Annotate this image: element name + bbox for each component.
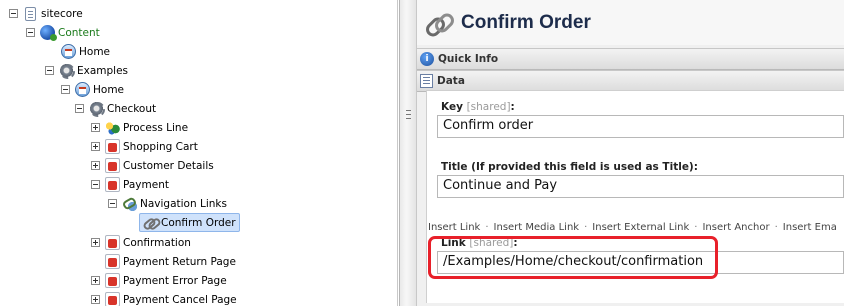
gear-folder-icon bbox=[89, 101, 105, 117]
pane-splitter[interactable] bbox=[399, 0, 417, 306]
data-section-icon bbox=[420, 74, 433, 88]
page-icon bbox=[105, 273, 120, 288]
key-field-input[interactable]: Confirm order bbox=[437, 115, 844, 138]
process-icon bbox=[105, 120, 120, 135]
shared-marker: [shared] bbox=[466, 101, 511, 113]
tree-item-payment[interactable]: Payment bbox=[91, 175, 169, 194]
collapse-icon[interactable] bbox=[91, 180, 100, 189]
tree-item-label: Payment Return Page bbox=[123, 255, 236, 268]
tree-item-label: Customer Details bbox=[123, 159, 214, 172]
label-colon: : bbox=[510, 101, 515, 113]
tree-item-payment-error-page[interactable]: Payment Error Page bbox=[91, 271, 227, 290]
splitter-grip-icon[interactable] bbox=[406, 110, 411, 119]
expand-icon[interactable] bbox=[91, 276, 100, 285]
section-data[interactable]: Data bbox=[417, 70, 844, 92]
insert-media-link-button[interactable]: Insert Media Link bbox=[494, 222, 580, 233]
tree-item-label: Confirmation bbox=[123, 236, 191, 249]
title-field-input[interactable]: Continue and Pay bbox=[437, 175, 844, 198]
page-icon bbox=[105, 254, 120, 269]
tree-item-label: Payment Cancel Page bbox=[123, 293, 237, 306]
title-field-label: Title (If provided this field is used as… bbox=[441, 161, 698, 173]
link-item-icon bbox=[423, 8, 453, 38]
toolbar-separator: · bbox=[774, 222, 778, 233]
tree-item-process-line[interactable]: Process Line bbox=[91, 118, 188, 137]
collapse-icon[interactable] bbox=[75, 104, 84, 113]
home-icon bbox=[61, 44, 76, 59]
tree-item-label: Process Line bbox=[123, 121, 189, 134]
link-field-toolbar: Insert Link · Insert Media Link · Insert… bbox=[428, 222, 837, 233]
insert-email-button[interactable]: Insert Ema bbox=[783, 222, 837, 233]
tree-item-label: Content bbox=[58, 26, 100, 39]
collapse-icon[interactable] bbox=[26, 28, 35, 37]
tree-item-label: Shopping Cart bbox=[123, 140, 198, 153]
key-label-text: Key bbox=[441, 101, 463, 113]
expand-icon[interactable] bbox=[91, 142, 100, 151]
toolbar-separator: · bbox=[584, 222, 588, 233]
section-quick-info[interactable]: i Quick Info bbox=[417, 48, 844, 70]
toolbar-separator: · bbox=[485, 222, 489, 233]
toolbar-separator: · bbox=[694, 222, 698, 233]
tree-item-payment-cancel-page[interactable]: Payment Cancel Page bbox=[91, 290, 237, 306]
tree-item-label: Examples bbox=[77, 64, 129, 77]
page-icon bbox=[105, 139, 120, 154]
expand-icon[interactable] bbox=[91, 123, 100, 132]
page-icon bbox=[105, 292, 120, 306]
tree-item-payment-return-page[interactable]: Payment Return Page bbox=[105, 252, 236, 271]
editor-header: Confirm Order bbox=[417, 0, 844, 45]
content-icon bbox=[40, 25, 57, 41]
page-icon bbox=[105, 177, 120, 192]
tree-item-navigation-links[interactable]: Navigation Links bbox=[108, 194, 227, 213]
page-title: Confirm Order bbox=[461, 11, 591, 33]
tree-item-label: Payment bbox=[123, 178, 169, 191]
expand-icon[interactable] bbox=[91, 161, 100, 170]
tree-item-home[interactable]: Home bbox=[61, 42, 110, 61]
expand-icon[interactable] bbox=[91, 238, 100, 247]
navigation-links-icon bbox=[122, 196, 137, 211]
gear-folder-icon bbox=[59, 63, 75, 79]
tree-item-sitecore[interactable]: sitecore bbox=[9, 4, 83, 23]
collapse-icon[interactable] bbox=[9, 9, 18, 18]
document-icon bbox=[25, 6, 36, 21]
collapse-icon[interactable] bbox=[45, 66, 54, 75]
insert-external-link-button[interactable]: Insert External Link bbox=[592, 222, 689, 233]
tree-item-label: Home bbox=[93, 83, 125, 96]
tree-item-label: Checkout bbox=[107, 102, 157, 115]
insert-link-button[interactable]: Insert Link bbox=[428, 222, 480, 233]
link-icon bbox=[143, 215, 158, 230]
tree-item-checkout[interactable]: Checkout bbox=[75, 99, 156, 118]
section-title: Quick Info bbox=[438, 53, 499, 65]
key-field-label: Key [shared]: bbox=[441, 101, 515, 113]
tree-item-content[interactable]: Content bbox=[26, 23, 100, 42]
tree-item-confirm-order[interactable]: Confirm Order bbox=[139, 213, 240, 232]
page-icon bbox=[105, 158, 120, 173]
info-icon: i bbox=[420, 52, 434, 66]
content-tree: sitecore Content Home Examples Home Chec… bbox=[0, 0, 398, 306]
highlight-annotation bbox=[428, 236, 718, 279]
tree-item-customer-details[interactable]: Customer Details bbox=[91, 156, 214, 175]
section-title: Data bbox=[437, 75, 465, 87]
tree-item-examples-home[interactable]: Home bbox=[61, 80, 124, 99]
collapse-icon[interactable] bbox=[61, 85, 70, 94]
collapse-icon[interactable] bbox=[108, 199, 117, 208]
tree-item-shopping-cart[interactable]: Shopping Cart bbox=[91, 137, 198, 156]
tree-item-examples[interactable]: Examples bbox=[45, 61, 128, 80]
page-icon bbox=[105, 235, 120, 250]
insert-anchor-button[interactable]: Insert Anchor bbox=[702, 222, 769, 233]
tree-item-label: sitecore bbox=[41, 7, 83, 20]
tree-item-label: Home bbox=[79, 45, 111, 58]
home-icon bbox=[75, 82, 90, 97]
tree-item-label: Confirm Order bbox=[161, 216, 236, 229]
tree-item-label: Navigation Links bbox=[140, 197, 227, 210]
tree-item-confirmation[interactable]: Confirmation bbox=[91, 233, 191, 252]
tree-item-label: Payment Error Page bbox=[123, 274, 227, 287]
expand-icon[interactable] bbox=[91, 295, 100, 304]
